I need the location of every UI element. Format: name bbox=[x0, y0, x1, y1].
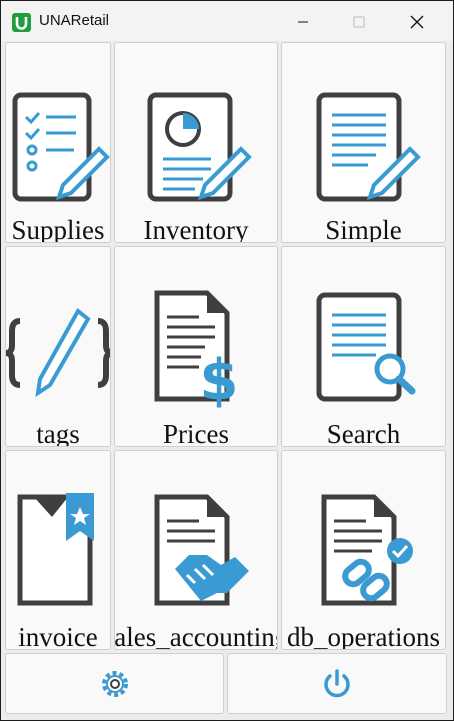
power-button[interactable] bbox=[227, 653, 447, 714]
tile-label: invoice bbox=[18, 622, 98, 650]
clipboard-pencil-icon bbox=[6, 77, 110, 217]
tile-label: Inventory bbox=[143, 215, 249, 243]
settings-button[interactable] bbox=[5, 653, 224, 714]
sales-accounting-button[interactable]: sales_accounting bbox=[114, 450, 278, 650]
close-button[interactable] bbox=[389, 1, 445, 41]
app-window: UNARetail Supplies Inventory Simple tags… bbox=[1, 1, 453, 720]
svg-text:$: $ bbox=[200, 348, 239, 413]
simple-button[interactable]: Simple bbox=[281, 42, 446, 243]
document-search-icon bbox=[282, 281, 445, 421]
report-chart-pencil-icon bbox=[115, 77, 277, 217]
document-pencil-icon bbox=[282, 77, 445, 217]
tile-label: Supplies bbox=[11, 215, 105, 243]
window-title: UNARetail bbox=[39, 12, 110, 29]
document-handshake-icon bbox=[115, 485, 277, 625]
minimize-button[interactable] bbox=[275, 1, 331, 41]
prices-button[interactable]: $ Prices bbox=[114, 246, 278, 447]
tile-label: db_operations bbox=[287, 622, 440, 650]
maximize-button[interactable] bbox=[331, 1, 387, 41]
search-button[interactable]: Search bbox=[281, 246, 446, 447]
db-operations-button[interactable]: db_operations bbox=[281, 450, 446, 650]
document-link-check-icon bbox=[282, 485, 445, 625]
tile-label: Simple bbox=[325, 215, 402, 243]
tile-label: sales_accounting bbox=[114, 622, 277, 650]
invoice-button[interactable]: invoice bbox=[5, 450, 111, 650]
gear-icon bbox=[101, 670, 128, 697]
tile-label: tags bbox=[36, 419, 80, 447]
tile-label: Prices bbox=[163, 419, 229, 447]
power-icon bbox=[324, 668, 350, 697]
document-dollar-icon: $ bbox=[115, 281, 277, 421]
tags-button[interactable]: tags bbox=[5, 246, 111, 447]
title-bar: UNARetail bbox=[1, 1, 453, 41]
app-logo-icon bbox=[12, 13, 31, 32]
braces-pencil-icon bbox=[6, 281, 110, 421]
document-bookmark-icon bbox=[6, 485, 110, 625]
tile-label: Search bbox=[326, 419, 401, 447]
inventory-button[interactable]: Inventory bbox=[114, 42, 278, 243]
supplies-button[interactable]: Supplies bbox=[5, 42, 111, 243]
